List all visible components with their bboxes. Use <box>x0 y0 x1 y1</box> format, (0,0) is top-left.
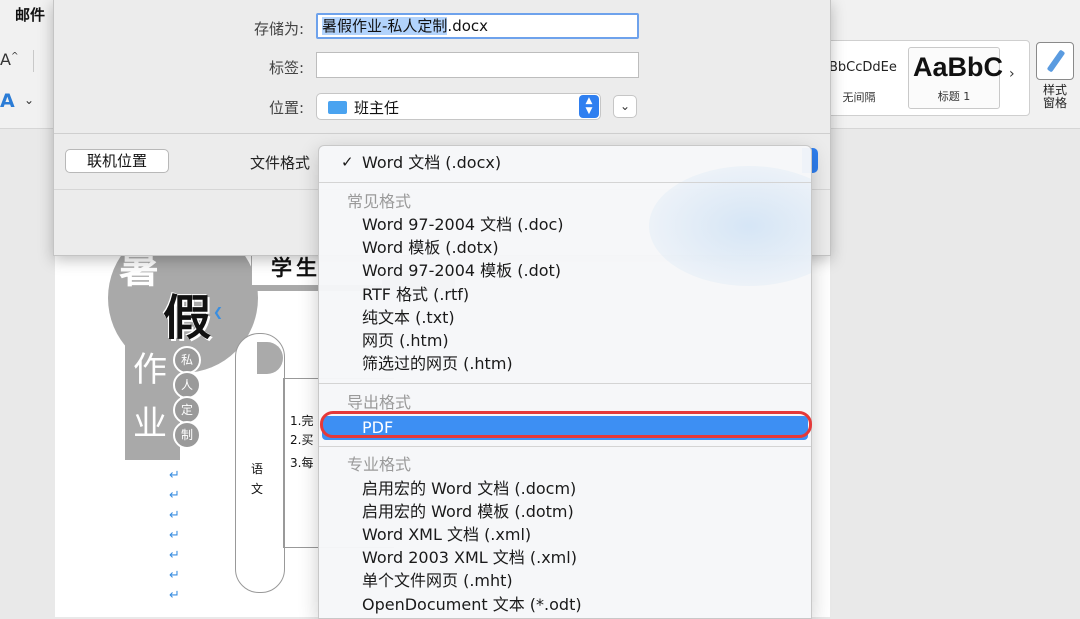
menu-item-docx[interactable]: Word 文档 (.docx) <box>362 152 501 174</box>
expand-dialog-button[interactable]: ⌄ <box>613 95 637 118</box>
styles-gallery: BbCcDdEe 无间隔 AaBbC 标题 1 <box>818 40 1030 116</box>
menu-separator <box>319 182 811 183</box>
styles-pane-label: 样式窗格 <box>1042 83 1067 110</box>
paragraph-mark: ↵ <box>169 568 180 583</box>
menu-separator <box>319 383 811 384</box>
style-caption: 无间隔 <box>842 91 876 104</box>
filename-selection: 暑假作业-私人定制 <box>322 17 448 35</box>
menu-header-common: 常见格式 <box>347 192 412 211</box>
folder-icon <box>328 101 347 114</box>
location-value: 班主任 <box>354 99 400 117</box>
title-char: 作 <box>133 350 167 390</box>
more-styles-arrow-icon[interactable]: › <box>1009 66 1015 82</box>
divider <box>54 133 830 134</box>
paragraph-mark: ↵ <box>169 508 180 523</box>
subject-char: 语 <box>251 462 264 476</box>
menu-vibrancy <box>649 166 811 286</box>
student-label: 学生 <box>271 255 321 280</box>
menu-item[interactable]: 单个文件网页 (.mht) <box>362 570 513 592</box>
pdf-highlight-annotation <box>320 411 812 438</box>
tab-mailings[interactable]: 邮件 <box>15 4 45 25</box>
menu-item[interactable]: OpenDocument 文本 (*.odt) <box>362 594 582 616</box>
menu-item[interactable]: Word 97-2004 模板 (.dot) <box>362 260 561 282</box>
style-sample: AaBbC <box>913 52 1004 82</box>
checkmark-icon: ✓ <box>341 153 354 171</box>
popup-stepper-icon: ▲ ▼ <box>579 95 599 118</box>
styles-pane-icon <box>1036 42 1074 80</box>
menu-item[interactable]: 启用宏的 Word 模板 (.dotm) <box>362 501 574 523</box>
filename-field[interactable]: 暑假作业-私人定制.docx <box>316 13 639 39</box>
ribbon-divider <box>33 50 34 72</box>
menu-separator <box>319 446 811 447</box>
online-locations-button[interactable]: 联机位置 <box>65 149 169 173</box>
title-char: 假 <box>163 290 212 346</box>
save-as-label: 存储为: <box>253 20 304 38</box>
menu-item[interactable]: RTF 格式 (.rtf) <box>362 284 469 306</box>
menu-item[interactable]: Word XML 文档 (.xml) <box>362 524 531 546</box>
badge: 制 <box>173 421 201 449</box>
subject-char: 文 <box>251 482 264 496</box>
filename-extension: .docx <box>447 17 489 35</box>
badge: 私 <box>173 346 201 374</box>
paragraph-mark: ↵ <box>169 488 180 503</box>
menu-item[interactable]: 启用宏的 Word 文档 (.docm) <box>362 478 576 500</box>
menu-item[interactable]: 网页 (.htm) <box>362 330 449 352</box>
paragraph-mark: ↵ <box>169 468 180 483</box>
file-format-label: 文件格式 <box>250 154 311 172</box>
menu-item[interactable]: Word 模板 (.dotx) <box>362 237 499 259</box>
chevron-down-icon[interactable]: ⌄ <box>24 93 34 107</box>
location-label: 位置: <box>268 99 304 117</box>
menu-item[interactable]: Word 97-2004 文档 (.doc) <box>362 214 564 236</box>
paragraph-mark: ↵ <box>169 588 180 603</box>
task-line: 2.买 <box>290 433 314 447</box>
paragraph-mark: ↵ <box>169 548 180 563</box>
styles-pane-button[interactable]: 样式窗格 <box>1033 42 1077 122</box>
task-line: 1.完 <box>290 414 314 428</box>
badge: 定 <box>173 396 201 424</box>
grow-font-button[interactable]: A^ <box>0 50 19 69</box>
style-heading-1[interactable]: AaBbC 标题 1 <box>908 47 1004 109</box>
badge: 人 <box>173 371 201 399</box>
text-effects-button[interactable]: A <box>0 90 15 112</box>
file-format-menu: ✓ Word 文档 (.docx) 常见格式 Word 97-2004 文档 (… <box>318 145 812 619</box>
location-popup[interactable]: 班主任 ▲ ▼ <box>316 93 601 120</box>
menu-item[interactable]: 筛选过的网页 (.htm) <box>362 353 513 375</box>
menu-header-professional: 专业格式 <box>347 455 412 474</box>
task-line: 3.每 <box>290 456 314 470</box>
para-arrow-icon: ❮ <box>213 305 224 319</box>
style-caption: 标题 1 <box>937 90 971 103</box>
menu-item[interactable]: 纯文本 (.txt) <box>362 307 455 329</box>
tags-label: 标签: <box>268 59 304 77</box>
title-char: 业 <box>133 404 167 444</box>
paragraph-mark: ↵ <box>169 528 180 543</box>
tags-field[interactable] <box>316 52 639 78</box>
chevron-down-icon: ⌄ <box>619 99 631 113</box>
menu-item[interactable]: Word 2003 XML 文档 (.xml) <box>362 547 577 569</box>
style-no-spacing[interactable]: BbCcDdEe 无间隔 <box>819 47 899 107</box>
style-sample: BbCcDdEe <box>829 60 897 75</box>
